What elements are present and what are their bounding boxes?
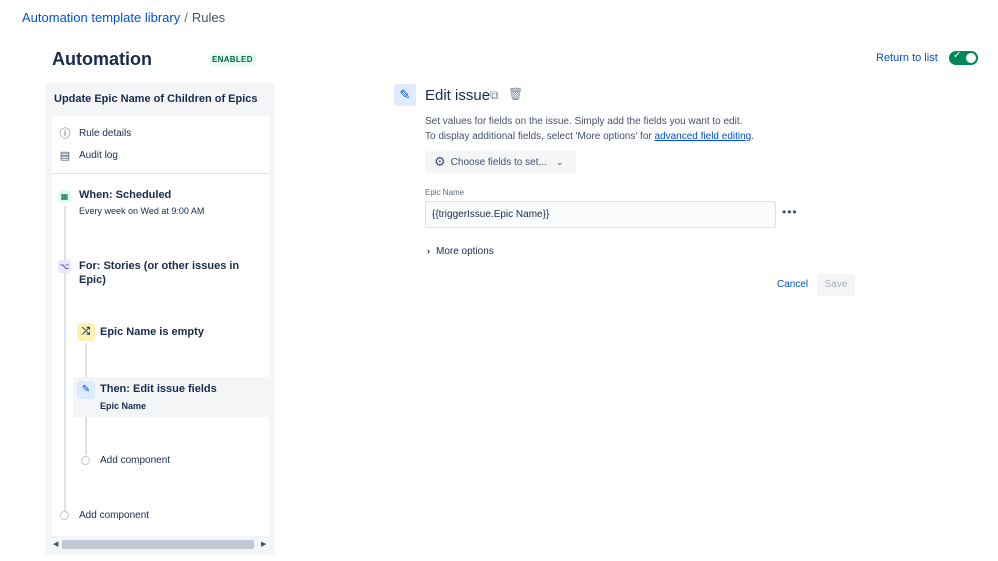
hierarchy-icon: ⌥ (58, 260, 71, 273)
branch-title: For: Stories (or other issues in Epic) (79, 260, 240, 286)
more-options-label: More options (436, 246, 494, 257)
calendar-icon: ▦ (58, 190, 71, 203)
editor-description: Set values for fields on the issue. Simp… (425, 114, 754, 144)
epic-name-input[interactable]: {{triggerIssue.Epic Name}} (425, 201, 776, 228)
scroll-right-icon[interactable]: ▶ (261, 540, 266, 548)
rule-enabled-toggle[interactable]: ✓ (949, 50, 978, 65)
scrollbar-thumb[interactable] (62, 540, 254, 549)
desc-line-2-suffix: . (751, 131, 755, 142)
breadcrumb-library-link[interactable]: Automation template library (22, 10, 180, 25)
desc-line-2-prefix: To display additional fields, select 'Mo… (425, 131, 655, 142)
return-to-list-link[interactable]: Return to list (876, 52, 938, 64)
condition-title: Epic Name is empty (100, 326, 204, 338)
scroll-left-icon[interactable]: ◀ (53, 540, 58, 548)
check-icon: ✓ (953, 50, 962, 61)
more-actions-icon[interactable]: ••• (782, 205, 798, 219)
desc-line-2: To display additional fields, select 'Mo… (425, 129, 754, 144)
add-component-dot (81, 456, 90, 465)
editor-title: Edit issue (425, 87, 491, 104)
gear-icon: ⚙ (434, 154, 446, 169)
trigger-title: When: Scheduled (79, 189, 172, 201)
trigger-subtitle: Every week on Wed at 9:00 AM (79, 206, 205, 216)
pencil-icon: ✎ (77, 381, 95, 399)
audit-log-label: Audit log (79, 150, 118, 161)
audit-log-link[interactable]: ▤ Audit log (59, 149, 118, 162)
connector-line (64, 206, 66, 512)
choose-fields-label: Choose fields to set... (450, 156, 547, 168)
branch-component[interactable]: For: Stories (or other issues in Epic) (79, 259, 249, 287)
trigger-component[interactable]: When: Scheduled Every week on Wed at 9:0… (79, 189, 264, 216)
trash-icon[interactable]: 🗑 (508, 87, 523, 101)
rule-name: Update Epic Name of Children of Epics (54, 93, 258, 105)
chevron-right-icon: › (427, 246, 430, 256)
rule-details-label: Rule details (79, 127, 132, 139)
divider (52, 173, 269, 174)
breadcrumb-separator: / (184, 10, 188, 25)
page-title: Automation (52, 49, 152, 69)
breadcrumb-current[interactable]: Rules (192, 10, 225, 25)
add-component-dot-outer (60, 511, 69, 520)
rule-details-link[interactable]: ⓘ Rule details (59, 125, 132, 141)
more-options-toggle[interactable]: › More options (427, 246, 494, 257)
toggle-knob (966, 53, 976, 63)
condition-component[interactable]: Epic Name is empty (100, 326, 204, 338)
shuffle-icon: ⤮ (77, 323, 95, 341)
action-component[interactable]: Then: Edit issue fields Epic Name (100, 383, 217, 411)
status-badge: ENABLED (209, 53, 256, 66)
desc-line-1: Set values for fields on the issue. Simp… (425, 116, 743, 127)
cancel-button[interactable]: Cancel (771, 274, 814, 296)
choose-fields-button[interactable]: ⚙ Choose fields to set... ⌄ (425, 151, 576, 173)
add-component-inner-button[interactable]: Add component (100, 455, 170, 466)
breadcrumb: Automation template library / Rules (22, 10, 225, 25)
chevron-down-icon: ⌄ (555, 156, 564, 167)
epic-name-label: Epic Name (425, 188, 465, 197)
pencil-icon: ✎ (394, 84, 416, 106)
advanced-field-editing-link[interactable]: advanced field editing (655, 131, 752, 142)
action-subtitle: Epic Name (100, 401, 147, 411)
save-button[interactable]: Save (817, 274, 855, 296)
action-title: Then: Edit issue fields (100, 383, 217, 395)
document-icon: ▤ (59, 150, 71, 162)
info-icon: ⓘ (59, 128, 71, 140)
copy-icon[interactable]: ⧉ (490, 88, 499, 103)
add-component-outer-button[interactable]: Add component (79, 510, 149, 521)
